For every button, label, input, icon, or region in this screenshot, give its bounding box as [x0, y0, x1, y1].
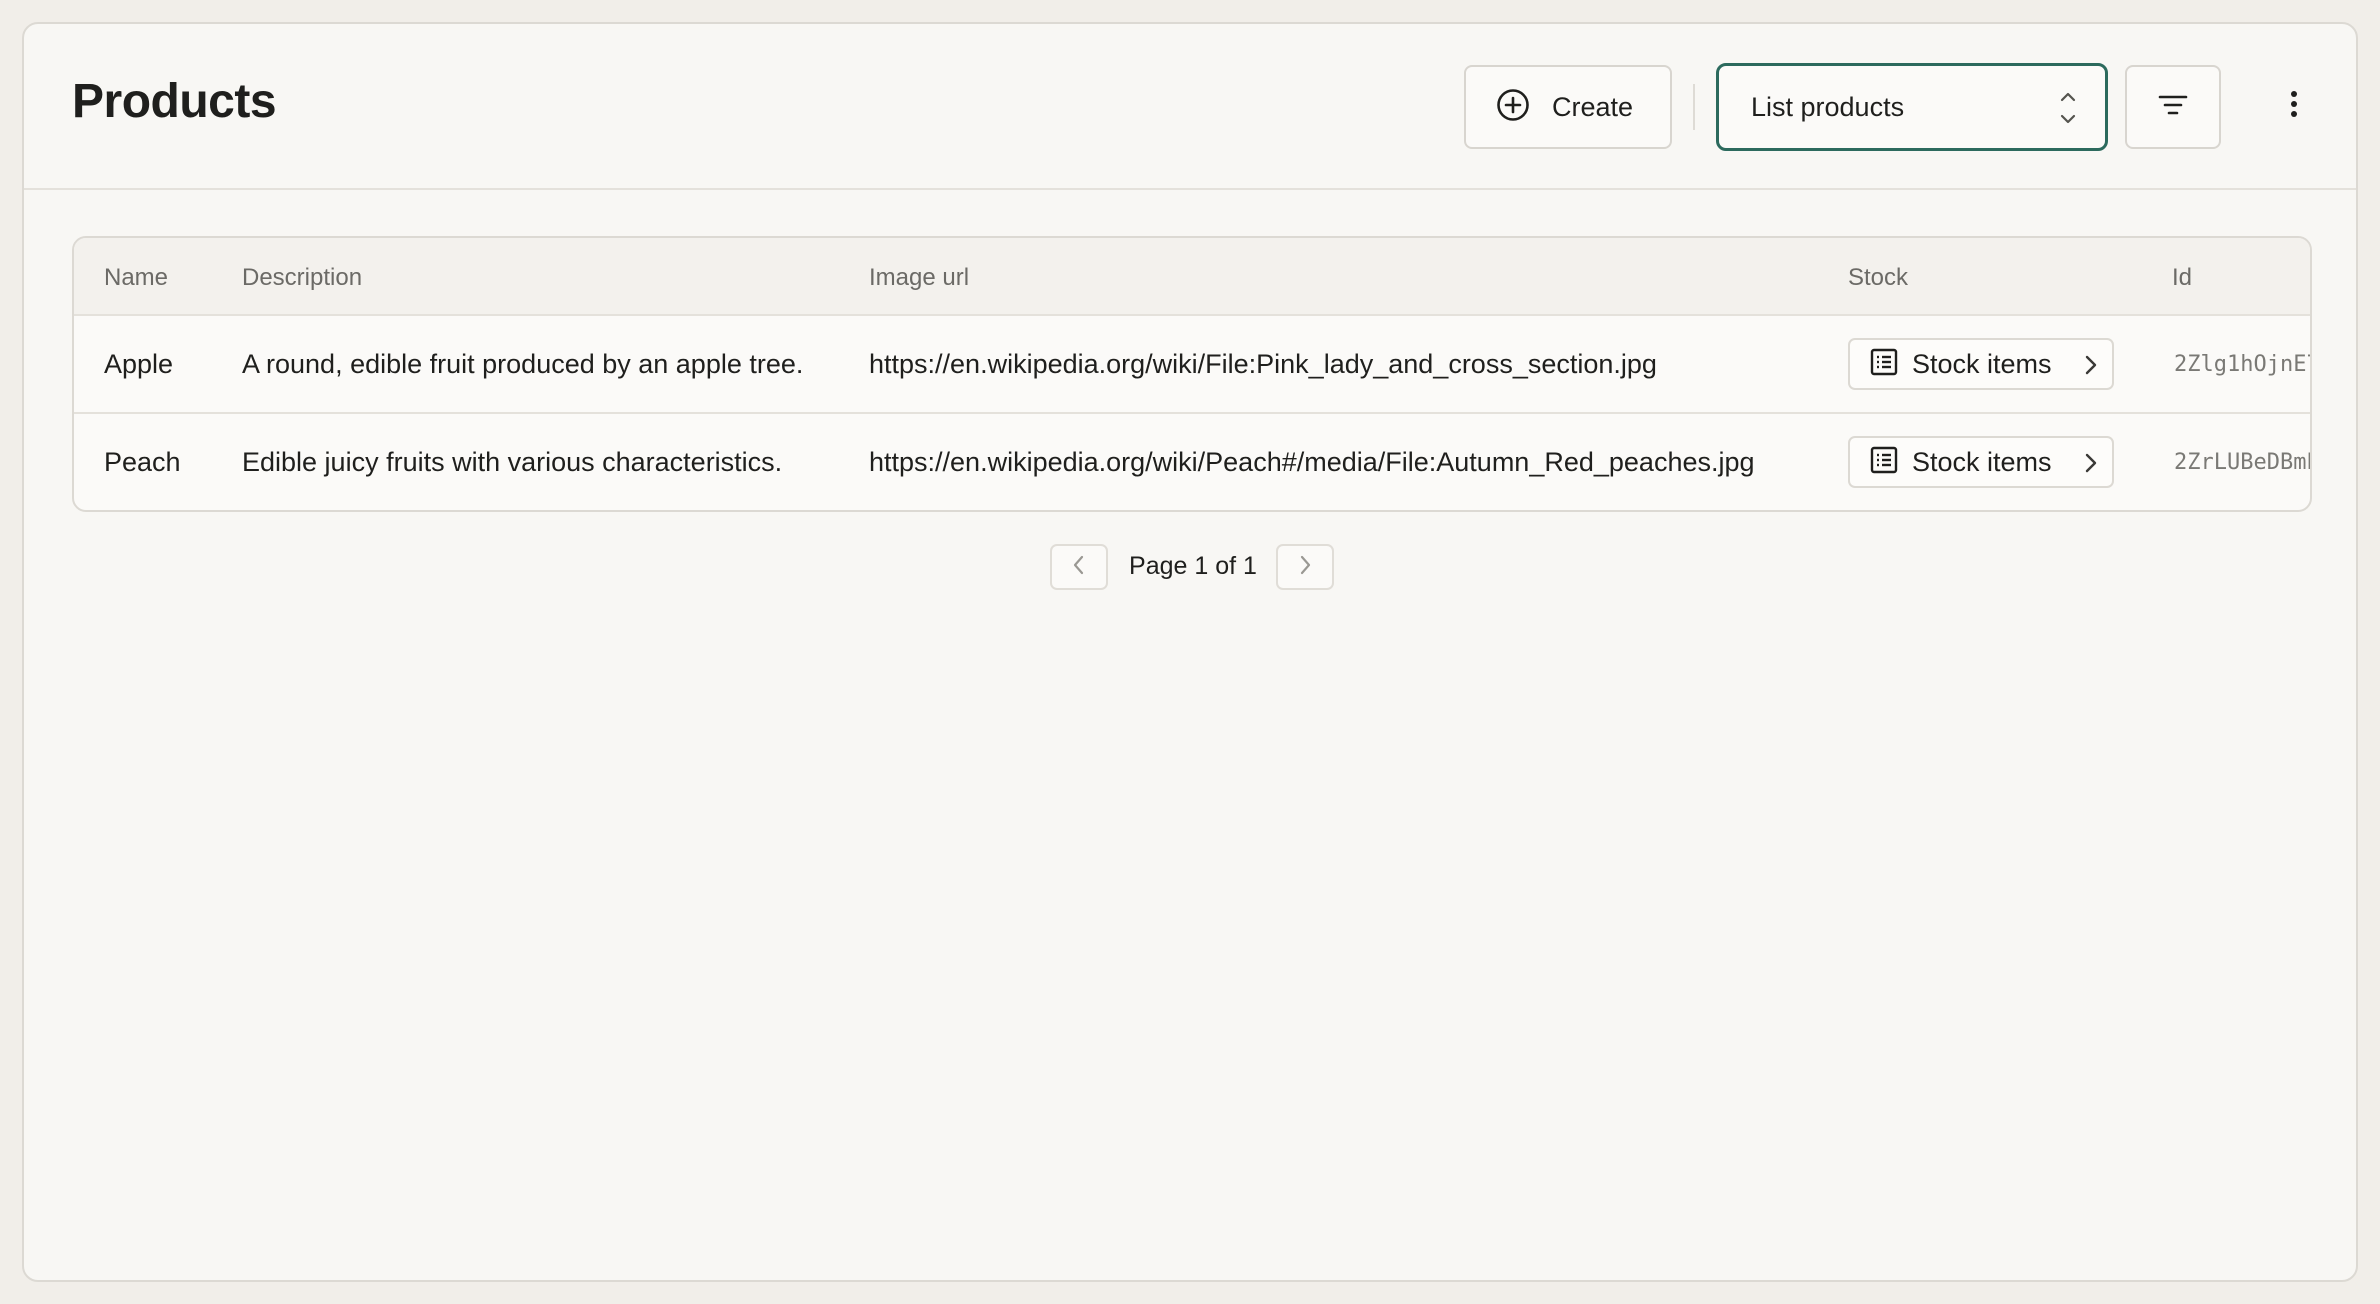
column-header-stock[interactable]: Stock — [1848, 264, 1908, 292]
chevron-right-icon — [1298, 554, 1312, 581]
cell-description: A round, edible fruit produced by an app… — [242, 348, 804, 379]
table-header: Name Description Image url Stock Id — [74, 238, 2310, 316]
column-header-description[interactable]: Description — [242, 264, 362, 292]
table-row[interactable]: Apple A round, edible fruit produced by … — [74, 316, 2310, 414]
list-icon — [1870, 446, 1898, 479]
create-button[interactable]: Create — [1464, 65, 1672, 149]
cell-name: Apple — [104, 348, 174, 379]
cell-image-url: https://en.wikipedia.org/wiki/Peach#/med… — [869, 446, 1755, 477]
column-header-name[interactable]: Name — [104, 264, 168, 292]
pagination: Page 1 of 1 — [24, 544, 2356, 592]
stock-items-button[interactable]: Stock items — [1848, 436, 2114, 488]
products-panel: Products Create List products Name Descr… — [22, 22, 2358, 1282]
page-header: Products Create List products — [24, 24, 2356, 190]
cell-description: Edible juicy fruits with various charact… — [242, 446, 783, 477]
plus-circle-icon — [1496, 88, 1530, 127]
chevron-right-icon — [2084, 353, 2098, 382]
filter-button[interactable] — [2125, 65, 2221, 149]
stock-items-button[interactable]: Stock items — [1848, 338, 2114, 390]
view-select[interactable]: List products — [1716, 63, 2108, 151]
table-row[interactable]: Peach Edible juicy fruits with various c… — [74, 414, 2310, 510]
products-table: Name Description Image url Stock Id Appl… — [72, 236, 2312, 512]
cell-image-url: https://en.wikipedia.org/wiki/File:Pink_… — [869, 348, 1657, 379]
column-header-id[interactable]: Id — [2172, 264, 2192, 292]
create-button-label: Create — [1552, 91, 1634, 122]
page-title: Products — [72, 75, 277, 128]
more-vertical-icon — [2290, 90, 2298, 123]
filter-lines-icon — [2158, 93, 2188, 122]
column-header-image-url[interactable]: Image url — [869, 264, 969, 292]
next-page-button[interactable] — [1276, 544, 1334, 590]
chevron-up-down-icon — [2059, 90, 2077, 131]
page-indicator: Page 1 of 1 — [1129, 552, 1257, 580]
previous-page-button[interactable] — [1050, 544, 1108, 590]
header-divider — [1693, 84, 1695, 130]
stock-items-label: Stock items — [1912, 446, 2052, 477]
chevron-left-icon — [1072, 554, 1086, 581]
chevron-right-icon — [2084, 451, 2098, 480]
stock-items-label: Stock items — [1912, 348, 2052, 379]
view-select-value: List products — [1751, 91, 1905, 122]
cell-name: Peach — [104, 446, 181, 477]
list-icon — [1870, 348, 1898, 381]
cell-id: 2Zlg1hOjnE7D — [2174, 351, 2310, 377]
more-button[interactable] — [2282, 86, 2306, 126]
cell-id: 2ZrLUBeDBmPG — [2174, 449, 2310, 475]
